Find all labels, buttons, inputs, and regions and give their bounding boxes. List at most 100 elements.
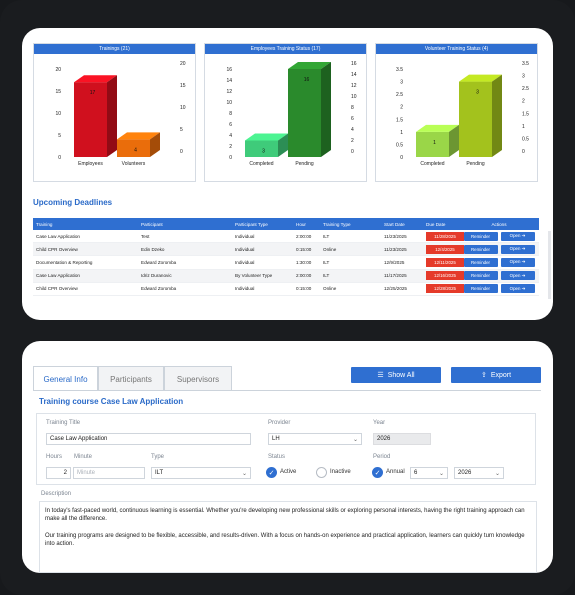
- table-cell: Individual: [235, 233, 255, 239]
- bar-side: [107, 75, 117, 157]
- y-tick-label: 0.5: [522, 136, 529, 142]
- type-value: ILT: [155, 470, 164, 476]
- chart-panel-volunteer-status: Volunteer Training Status (4) 0 0.5 1 1.5 2 2…: [375, 43, 538, 182]
- reminder-button[interactable]: Reminder: [463, 244, 498, 254]
- tab-participants[interactable]: Participants: [98, 366, 164, 391]
- period-month-select[interactable]: 6 ⌄: [410, 467, 448, 479]
- chart-title: Volunteer Training Status (4): [376, 44, 537, 54]
- table-cell: 11/23/2025: [384, 246, 407, 252]
- description-label: Description: [41, 491, 72, 497]
- period-annual-radio[interactable]: ✓: [372, 467, 383, 478]
- reminder-button[interactable]: Reminder: [463, 231, 498, 241]
- type-select[interactable]: ILT ⌄: [151, 467, 251, 479]
- y-tick-label: 10: [55, 111, 61, 117]
- y-tick-label: 0: [229, 155, 232, 161]
- minute-placeholder: Minute: [77, 470, 96, 476]
- training-title-input[interactable]: Case Law Application: [46, 433, 251, 445]
- y-tick-label: 0.5: [396, 142, 403, 148]
- chart-panel-employee-status: Employees Training Status (17) 0 2 4 6 8 10 12…: [204, 43, 367, 182]
- training-form: Training Title Case Law Application Prov…: [36, 413, 536, 485]
- description-textarea[interactable]: In today's fast-paced world, continuous …: [39, 501, 537, 573]
- y-tick-label: 15: [180, 83, 186, 89]
- table-cell: 2:00:00: [296, 233, 312, 239]
- status-inactive-radio[interactable]: [316, 467, 327, 478]
- data-label: 3: [476, 90, 479, 96]
- x-tick-label: Employees: [78, 161, 103, 167]
- y-tick-label: 10: [351, 94, 357, 100]
- open-button[interactable]: Open ➔: [500, 257, 535, 267]
- table-cell: Idriz Duranovic: [141, 273, 172, 279]
- table-row: Documentation & Reporting Edward Zoromba I…: [33, 256, 539, 270]
- minute-label: Minute: [74, 454, 93, 460]
- x-tick-label: Pending: [295, 161, 314, 167]
- y-tick-label: 4: [229, 133, 232, 139]
- show-all-button[interactable]: ☰ Show All: [351, 367, 441, 383]
- trainings-chart: 0 5 10 15 20 0 5 10 15 20 17 Employees 4 Volunteers: [55, 61, 186, 167]
- hours-input[interactable]: 2: [46, 467, 71, 479]
- column-header: Training: [36, 221, 53, 227]
- bar-side: [492, 74, 502, 157]
- table-cell: Individual: [235, 246, 255, 252]
- table-cell: Child CPR Overview: [36, 286, 78, 292]
- table-scrollbar[interactable]: [548, 231, 551, 299]
- y-tick-label: 14: [351, 72, 357, 78]
- training-detail-card: General Info Participants Supervisors ☰ …: [22, 341, 553, 573]
- provider-select[interactable]: LH ⌄: [268, 433, 362, 445]
- actions-cell: Reminder Open ➔: [459, 243, 539, 255]
- table-cell: 12/25/2025: [384, 286, 407, 292]
- table-cell: 0:15:00: [296, 246, 312, 252]
- tab-divider: [33, 390, 541, 391]
- y-tick-label: 8: [229, 111, 232, 117]
- export-button[interactable]: ⇪ Export: [451, 367, 541, 383]
- training-title-label: Training Title: [46, 420, 81, 426]
- table-row: Case Law Application Test Individual 2:00:0…: [33, 230, 539, 244]
- chart-title: Trainings (21): [34, 44, 195, 54]
- open-button[interactable]: Open ➔: [500, 231, 535, 241]
- minute-input[interactable]: Minute: [73, 467, 145, 479]
- y-tick-label: 1: [522, 124, 525, 130]
- column-header: Training Type: [323, 221, 351, 227]
- table-cell: 12/9/2025: [384, 259, 405, 265]
- show-all-label: Show All: [387, 371, 415, 379]
- upcoming-deadlines-title: Upcoming Deadlines: [33, 198, 113, 207]
- tab-supervisors[interactable]: Supervisors: [164, 366, 232, 391]
- training-title-value: Case Law Application: [50, 436, 108, 442]
- table-cell: Edward Zoromba: [141, 286, 177, 292]
- type-label: Type: [151, 454, 165, 460]
- y-tick-label: 20: [180, 61, 186, 67]
- period-year-select[interactable]: 2026 ⌄: [454, 467, 504, 479]
- tab-general-info[interactable]: General Info: [33, 366, 98, 391]
- table-cell: 11/17/2025: [384, 273, 407, 279]
- reminder-button[interactable]: Reminder: [463, 257, 498, 267]
- open-button[interactable]: Open ➔: [500, 284, 535, 294]
- status-active-radio[interactable]: ✓: [266, 467, 277, 478]
- y-tick-label: 16: [226, 67, 232, 73]
- table-cell: Online: [323, 246, 337, 252]
- y-tick-label: 2: [522, 99, 525, 105]
- reminder-button[interactable]: Reminder: [463, 271, 498, 281]
- year-field: 2026: [373, 433, 431, 445]
- y-tick-label: 1: [400, 130, 403, 136]
- period-year-value: 2026: [458, 470, 472, 476]
- period-annual-label: Annual: [386, 469, 405, 475]
- x-tick-label: Completed: [249, 161, 273, 167]
- reminder-button[interactable]: Reminder: [463, 284, 498, 294]
- table-cell: 1:30:00: [296, 259, 312, 265]
- y-tick-label: 2: [229, 144, 232, 150]
- y-tick-label: 2.5: [396, 92, 403, 98]
- table-cell: Edward Zoromba: [141, 259, 177, 265]
- tab-bar: General Info Participants Supervisors: [33, 366, 233, 391]
- open-button[interactable]: Open ➔: [500, 244, 535, 254]
- data-label: 16: [304, 77, 310, 83]
- period-label: Period: [373, 454, 391, 460]
- table-cell: Edin Dzeko: [141, 246, 165, 252]
- data-label: 3: [262, 149, 265, 155]
- column-header: Participant: [141, 221, 163, 227]
- x-tick-label: Completed: [420, 161, 444, 167]
- column-header: Due Date: [426, 221, 446, 227]
- y-tick-label: 0: [522, 149, 525, 155]
- check-icon: ✓: [374, 469, 381, 477]
- open-button[interactable]: Open ➔: [500, 271, 535, 281]
- y-tick-label: 0: [180, 149, 183, 155]
- y-tick-label: 2: [351, 138, 354, 144]
